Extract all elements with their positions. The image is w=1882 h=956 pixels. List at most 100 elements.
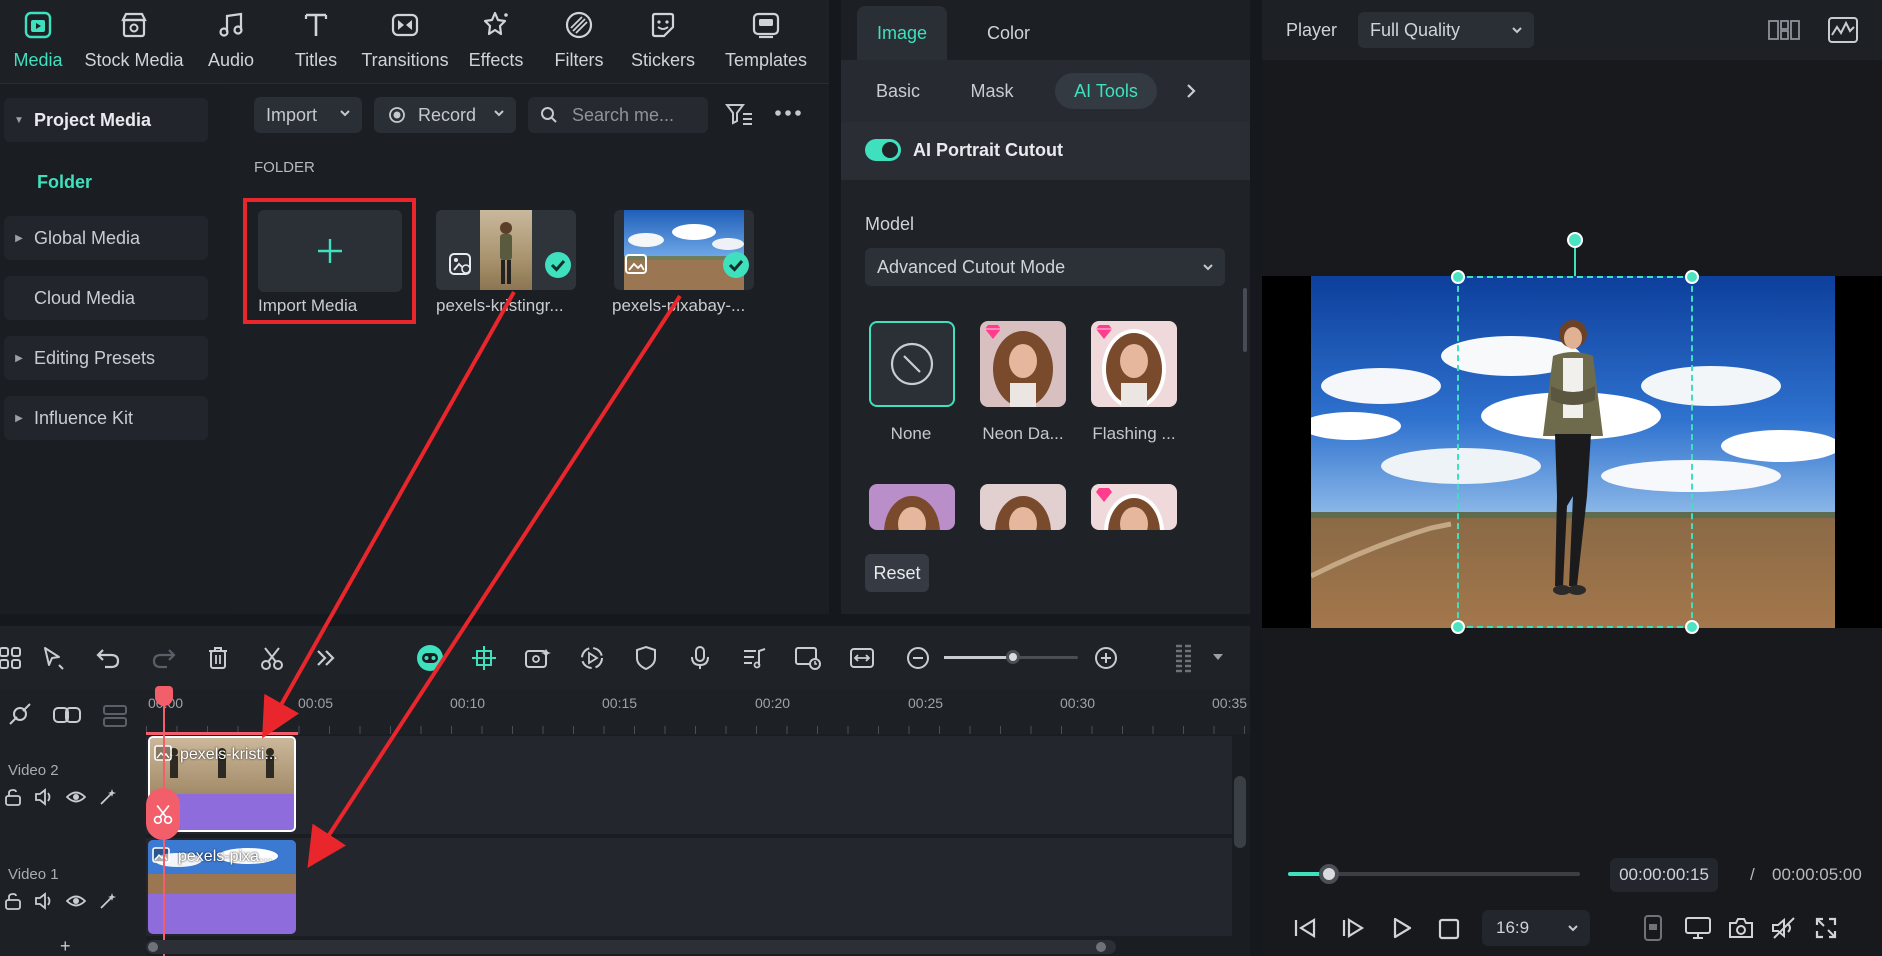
sidebar-item-editing-presets[interactable]: ▶ Editing Presets — [4, 336, 208, 380]
magic-wand-icon[interactable] — [98, 892, 118, 910]
caret-down-icon[interactable] — [1212, 652, 1224, 662]
grid-layout-icon[interactable] — [0, 642, 26, 674]
toolbar-audio[interactable]: Audio — [200, 8, 262, 78]
subtab-ai-tools[interactable]: AI Tools — [1055, 73, 1157, 109]
next-frame-icon[interactable] — [1340, 916, 1366, 940]
resize-handle[interactable] — [1685, 620, 1699, 634]
more-options-icon[interactable] — [774, 106, 802, 120]
toolbar-stock-media[interactable]: Stock Media — [84, 8, 184, 78]
filter-sort-icon[interactable] — [724, 101, 754, 129]
tab-color[interactable]: Color — [987, 23, 1030, 44]
subtab-mask[interactable]: Mask — [957, 73, 1027, 109]
resize-handle[interactable] — [1451, 270, 1465, 284]
play-icon[interactable] — [1390, 916, 1414, 940]
import-dropdown[interactable]: Import — [254, 97, 362, 133]
subtab-basic[interactable]: Basic — [863, 73, 933, 109]
ai-video-icon[interactable] — [522, 642, 554, 674]
ai-mascot-icon[interactable] — [414, 642, 446, 674]
track-video-1[interactable] — [146, 838, 1232, 936]
link-icon[interactable] — [52, 704, 82, 726]
toolbar-effects[interactable]: Effects — [462, 8, 530, 78]
preset-none[interactable] — [869, 321, 955, 407]
preview-canvas[interactable] — [1262, 270, 1882, 634]
timeline-render-icon[interactable] — [792, 642, 824, 674]
playhead-split-button[interactable] — [146, 788, 180, 840]
media-search[interactable]: Search me... — [528, 97, 708, 133]
preset-item[interactable] — [869, 484, 955, 530]
playback-progress-track[interactable] — [1288, 864, 1580, 884]
auto-reframe-icon[interactable] — [576, 642, 608, 674]
previous-frame-icon[interactable] — [1292, 916, 1318, 940]
ai-portrait-toggle[interactable] — [865, 139, 901, 161]
zoom-slider-handle[interactable] — [1006, 650, 1020, 664]
fullscreen-icon[interactable] — [1814, 916, 1838, 940]
layout-grid-icon[interactable] — [1768, 19, 1800, 41]
display-icon[interactable] — [1684, 916, 1712, 940]
stop-icon[interactable] — [1438, 918, 1460, 940]
device-preview-icon[interactable] — [1642, 914, 1664, 942]
media-tile-image[interactable] — [614, 210, 754, 290]
snap-magnet-icon[interactable] — [468, 642, 500, 674]
toolbar-filters[interactable]: Filters — [546, 8, 612, 78]
sidebar-item-influence-kit[interactable]: ▶ Influence Kit — [4, 396, 208, 440]
speaker-icon[interactable] — [34, 788, 54, 806]
undo-icon[interactable] — [92, 642, 124, 674]
zoom-out-icon[interactable] — [902, 642, 934, 674]
select-tool-icon[interactable] — [38, 642, 70, 674]
quality-select[interactable]: Full Quality — [1358, 12, 1534, 48]
props-scrollbar[interactable] — [1243, 288, 1247, 352]
split-scissors-icon[interactable] — [256, 642, 288, 674]
toolbar-titles[interactable]: Titles — [286, 8, 346, 78]
zoom-in-icon[interactable] — [1090, 642, 1122, 674]
resize-handle[interactable] — [1451, 620, 1465, 634]
track-layout-icon[interactable] — [1168, 642, 1200, 674]
mute-icon[interactable] — [1770, 916, 1798, 940]
rotate-handle[interactable] — [1567, 232, 1583, 248]
toolbar-templates[interactable]: Templates — [708, 8, 824, 78]
sidebar-item-global-media[interactable]: ▶ Global Media — [4, 216, 208, 260]
preset-flashing[interactable] — [1091, 321, 1177, 407]
preset-neon-dash[interactable] — [980, 321, 1066, 407]
clip-video-1[interactable]: pexels-pixa... — [148, 840, 296, 934]
redo-icon[interactable] — [148, 642, 180, 674]
add-track-button[interactable]: + — [60, 936, 71, 956]
sidebar-item-folder[interactable]: Folder — [37, 172, 92, 193]
track-video-2[interactable] — [146, 736, 1232, 834]
eye-icon[interactable] — [66, 892, 86, 910]
selection-box[interactable] — [1457, 276, 1693, 628]
toolbar-stickers[interactable]: Stickers — [626, 8, 700, 78]
audio-mix-icon[interactable] — [738, 642, 770, 674]
timeline-vertical-scrollbar[interactable] — [1234, 776, 1246, 848]
zoom-slider-track[interactable] — [944, 650, 1078, 664]
model-select[interactable]: Advanced Cutout Mode — [865, 248, 1225, 286]
toolbar-media[interactable]: Media — [6, 8, 70, 78]
track-arrange-icon[interactable] — [102, 704, 128, 728]
unlink-icon[interactable] — [6, 700, 34, 728]
speaker-icon[interactable] — [34, 892, 54, 910]
snapshot-icon[interactable] — [1728, 916, 1754, 940]
scopes-icon[interactable] — [1828, 17, 1858, 43]
more-tools-icon[interactable] — [310, 642, 342, 674]
playback-scrubber[interactable] — [1318, 864, 1339, 884]
search-input[interactable]: Search me... — [572, 105, 674, 126]
aspect-ratio-select[interactable]: 16:9 — [1482, 910, 1590, 946]
chevron-right-icon[interactable] — [1183, 81, 1199, 101]
playhead-handle[interactable] — [155, 686, 173, 706]
microphone-icon[interactable] — [684, 642, 716, 674]
preset-item[interactable] — [1091, 484, 1177, 530]
sidebar-item-project-media[interactable]: ▼ Project Media — [4, 98, 208, 142]
lock-icon[interactable] — [4, 788, 22, 806]
magic-wand-icon[interactable] — [98, 788, 118, 806]
eye-icon[interactable] — [66, 788, 86, 806]
record-dropdown[interactable]: Record — [374, 97, 516, 133]
lock-icon[interactable] — [4, 892, 22, 910]
delete-icon[interactable] — [202, 642, 234, 674]
fit-timeline-icon[interactable] — [846, 642, 878, 674]
reset-button[interactable]: Reset — [865, 554, 929, 592]
current-time[interactable]: 00:00:00:15 — [1610, 858, 1718, 892]
sidebar-item-cloud-media[interactable]: Cloud Media — [4, 276, 208, 320]
preset-item[interactable] — [980, 484, 1066, 530]
tab-image[interactable]: Image — [877, 23, 927, 44]
media-tile-video[interactable] — [436, 210, 576, 290]
toolbar-transitions[interactable]: Transitions — [356, 8, 454, 78]
